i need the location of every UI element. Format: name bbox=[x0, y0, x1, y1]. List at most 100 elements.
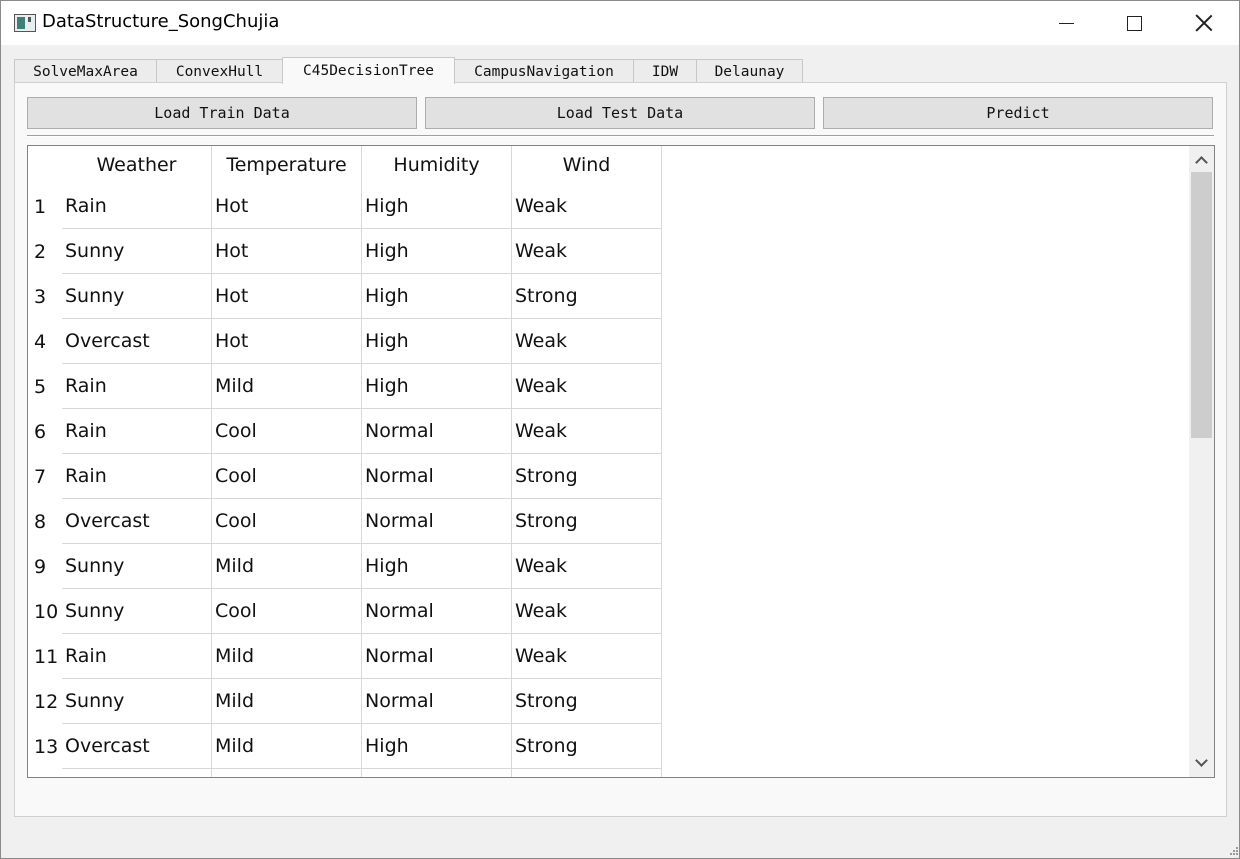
column-header-humidity[interactable]: Humidity bbox=[362, 146, 512, 184]
tab-campusnavigation[interactable]: CampusNavigation bbox=[454, 59, 634, 84]
row-header[interactable]: 4 bbox=[28, 319, 62, 364]
scroll-up-button[interactable] bbox=[1189, 148, 1214, 172]
table-cell[interactable]: Normal bbox=[362, 499, 512, 544]
table-cell[interactable]: Rain bbox=[62, 409, 212, 454]
table-cell[interactable]: Mild bbox=[212, 679, 362, 724]
table-cell[interactable]: Mild bbox=[212, 724, 362, 769]
table-cell[interactable]: Weak bbox=[512, 364, 662, 409]
row-header[interactable]: 1 bbox=[28, 184, 62, 229]
data-table[interactable]: Weather Temperature Humidity Wind 1 Rain Hot Hi… bbox=[27, 145, 1215, 778]
row-header[interactable]: 13 bbox=[28, 724, 62, 769]
resize-grip-icon[interactable] bbox=[1227, 846, 1239, 858]
scroll-down-button[interactable] bbox=[1189, 751, 1214, 775]
table-cell[interactable]: Hot bbox=[212, 184, 362, 229]
table-cell[interactable]: Overcast bbox=[62, 499, 212, 544]
column-header-wind[interactable]: Wind bbox=[512, 146, 662, 184]
table-cell[interactable]: Mild bbox=[212, 544, 362, 589]
table-cell[interactable]: Cool bbox=[212, 589, 362, 634]
scroll-thumb[interactable] bbox=[1191, 172, 1212, 438]
minimize-icon bbox=[1058, 22, 1074, 24]
table-cell[interactable]: Weak bbox=[512, 184, 662, 229]
app-icon bbox=[14, 14, 36, 32]
table-cell[interactable]: Strong bbox=[512, 499, 662, 544]
table-cell[interactable]: Mild bbox=[212, 634, 362, 679]
table-cell[interactable]: Strong bbox=[512, 679, 662, 724]
table-cell[interactable]: Weak bbox=[512, 319, 662, 364]
row-header[interactable]: 8 bbox=[28, 499, 62, 544]
row-header[interactable]: 11 bbox=[28, 634, 62, 679]
table-cell[interactable]: Rain bbox=[62, 634, 212, 679]
maximize-button[interactable] bbox=[1099, 1, 1169, 45]
table-cell[interactable] bbox=[512, 769, 662, 777]
table-cell[interactable] bbox=[62, 769, 212, 777]
table-cell[interactable]: Normal bbox=[362, 409, 512, 454]
column-header-weather[interactable]: Weather bbox=[62, 146, 212, 184]
row-header[interactable]: 12 bbox=[28, 679, 62, 724]
tab-solvemaxarea[interactable]: SolveMaxArea bbox=[14, 59, 157, 84]
separator bbox=[27, 135, 1214, 136]
chevron-down-icon bbox=[1195, 754, 1208, 767]
row-header[interactable]: 2 bbox=[28, 229, 62, 274]
row-header[interactable]: 5 bbox=[28, 364, 62, 409]
table-cell[interactable]: Strong bbox=[512, 454, 662, 499]
title-bar[interactable]: DataStructure_SongChujia bbox=[1, 1, 1239, 45]
table-cell[interactable]: Strong bbox=[512, 724, 662, 769]
chevron-up-icon bbox=[1195, 156, 1208, 169]
row-header[interactable]: 9 bbox=[28, 544, 62, 589]
tab-idw[interactable]: IDW bbox=[633, 59, 697, 84]
table-cell[interactable]: Normal bbox=[362, 589, 512, 634]
table-cell[interactable]: Rain bbox=[62, 184, 212, 229]
table-corner[interactable] bbox=[28, 146, 62, 184]
row-header[interactable]: 3 bbox=[28, 274, 62, 319]
table-cell[interactable]: Strong bbox=[512, 274, 662, 319]
table-cell[interactable]: Weak bbox=[512, 544, 662, 589]
table-cell[interactable]: High bbox=[362, 724, 512, 769]
table-cell[interactable]: Normal bbox=[362, 634, 512, 679]
table-cell[interactable]: Normal bbox=[362, 454, 512, 499]
table-cell[interactable]: High bbox=[362, 229, 512, 274]
table-cell[interactable]: Weak bbox=[512, 229, 662, 274]
vertical-scrollbar[interactable] bbox=[1189, 146, 1214, 777]
app-window: DataStructure_SongChujia SolveMaxArea Co… bbox=[0, 0, 1240, 859]
table-cell[interactable]: Overcast bbox=[62, 724, 212, 769]
table-cell[interactable] bbox=[362, 769, 512, 777]
minimize-button[interactable] bbox=[1031, 1, 1101, 45]
predict-button[interactable]: Predict bbox=[823, 97, 1213, 129]
table-cell[interactable]: High bbox=[362, 274, 512, 319]
load-test-data-button[interactable]: Load Test Data bbox=[425, 97, 815, 129]
table-cell[interactable]: High bbox=[362, 364, 512, 409]
tab-panel: Load Train Data Load Test Data Predict W… bbox=[14, 82, 1227, 817]
table-cell[interactable]: Rain bbox=[62, 454, 212, 499]
table-cell[interactable]: Sunny bbox=[62, 544, 212, 589]
table-cell[interactable]: Sunny bbox=[62, 229, 212, 274]
table-cell[interactable]: Normal bbox=[362, 679, 512, 724]
table-cell[interactable]: High bbox=[362, 184, 512, 229]
column-header-temperature[interactable]: Temperature bbox=[212, 146, 362, 184]
close-button[interactable] bbox=[1169, 1, 1239, 45]
tab-delaunay[interactable]: Delaunay bbox=[696, 59, 803, 84]
table-cell[interactable]: Cool bbox=[212, 409, 362, 454]
table-cell[interactable]: Sunny bbox=[62, 679, 212, 724]
table-cell[interactable]: Overcast bbox=[62, 319, 212, 364]
table-cell[interactable]: High bbox=[362, 544, 512, 589]
table-cell[interactable]: High bbox=[362, 319, 512, 364]
row-header[interactable]: 6 bbox=[28, 409, 62, 454]
row-header[interactable]: 7 bbox=[28, 454, 62, 499]
table-cell[interactable]: Cool bbox=[212, 454, 362, 499]
table-cell[interactable]: Weak bbox=[512, 634, 662, 679]
table-cell[interactable]: Hot bbox=[212, 274, 362, 319]
table-cell[interactable]: Weak bbox=[512, 589, 662, 634]
row-header[interactable]: 10 bbox=[28, 589, 62, 634]
table-cell[interactable]: Weak bbox=[512, 409, 662, 454]
table-cell[interactable] bbox=[212, 769, 362, 777]
load-train-data-button[interactable]: Load Train Data bbox=[27, 97, 417, 129]
tab-convexhull[interactable]: ConvexHull bbox=[156, 59, 283, 84]
table-cell[interactable]: Rain bbox=[62, 364, 212, 409]
table-cell[interactable]: Hot bbox=[212, 319, 362, 364]
table-cell[interactable]: Sunny bbox=[62, 274, 212, 319]
table-cell[interactable]: Sunny bbox=[62, 589, 212, 634]
tab-c45decisiontree[interactable]: C45DecisionTree bbox=[282, 57, 455, 84]
table-cell[interactable]: Cool bbox=[212, 499, 362, 544]
table-cell[interactable]: Hot bbox=[212, 229, 362, 274]
table-cell[interactable]: Mild bbox=[212, 364, 362, 409]
